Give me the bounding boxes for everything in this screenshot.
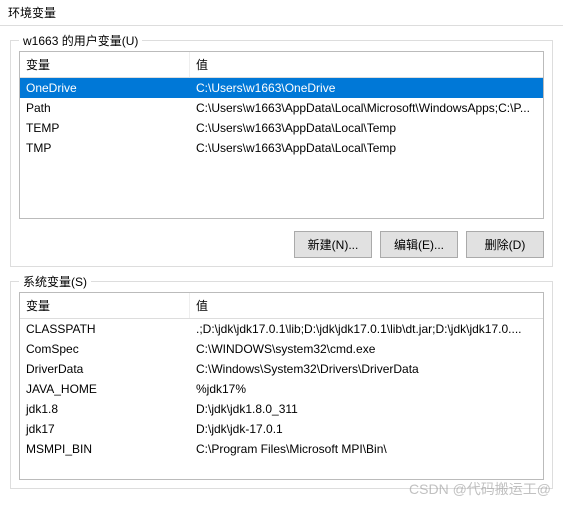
- cell-variable: TEMP: [20, 118, 190, 138]
- cell-value: C:\Users\w1663\OneDrive: [190, 78, 543, 98]
- cell-variable: ComSpec: [20, 339, 190, 359]
- table-row[interactable]: OneDriveC:\Users\w1663\OneDrive: [20, 78, 543, 98]
- table-header: 变量 值: [20, 293, 543, 319]
- cell-variable: OneDrive: [20, 78, 190, 98]
- header-value[interactable]: 值: [190, 293, 543, 318]
- table-row[interactable]: CLASSPATH.;D:\jdk\jdk17.0.1\lib;D:\jdk\j…: [20, 319, 543, 339]
- user-buttons-row: 新建(N)... 编辑(E)... 删除(D): [19, 231, 544, 258]
- header-variable[interactable]: 变量: [20, 52, 190, 77]
- table-header: 变量 值: [20, 52, 543, 78]
- cell-variable: TMP: [20, 138, 190, 158]
- cell-value: C:\Users\w1663\AppData\Local\Microsoft\W…: [190, 98, 543, 118]
- table-row[interactable]: jdk17D:\jdk\jdk-17.0.1: [20, 419, 543, 439]
- user-table-body: OneDriveC:\Users\w1663\OneDrivePathC:\Us…: [20, 78, 543, 218]
- cell-value: C:\Windows\System32\Drivers\DriverData: [190, 359, 543, 379]
- table-row[interactable]: ComSpecC:\WINDOWS\system32\cmd.exe: [20, 339, 543, 359]
- delete-button[interactable]: 删除(D): [466, 231, 544, 258]
- content-area: w1663 的用户变量(U) 变量 值 OneDriveC:\Users\w16…: [0, 26, 563, 513]
- cell-value: C:\WINDOWS\system32\cmd.exe: [190, 339, 543, 359]
- user-variables-group: w1663 的用户变量(U) 变量 值 OneDriveC:\Users\w16…: [10, 40, 553, 267]
- cell-variable: MSMPI_BIN: [20, 439, 190, 459]
- system-variables-table[interactable]: 变量 值 CLASSPATH.;D:\jdk\jdk17.0.1\lib;D:\…: [19, 292, 544, 480]
- cell-variable: jdk1.8: [20, 399, 190, 419]
- window-title: 环境变量: [0, 0, 563, 26]
- cell-variable: CLASSPATH: [20, 319, 190, 339]
- table-row[interactable]: TEMPC:\Users\w1663\AppData\Local\Temp: [20, 118, 543, 138]
- cell-variable: JAVA_HOME: [20, 379, 190, 399]
- cell-value: C:\Users\w1663\AppData\Local\Temp: [190, 138, 543, 158]
- user-variables-label: w1663 的用户变量(U): [19, 32, 142, 49]
- cell-variable: Path: [20, 98, 190, 118]
- table-row[interactable]: JAVA_HOME%jdk17%: [20, 379, 543, 399]
- system-variables-label: 系统变量(S): [19, 273, 91, 290]
- table-row[interactable]: MSMPI_BINC:\Program Files\Microsoft MPI\…: [20, 439, 543, 459]
- new-button[interactable]: 新建(N)...: [294, 231, 372, 258]
- cell-variable: jdk17: [20, 419, 190, 439]
- system-variables-group: 系统变量(S) 变量 值 CLASSPATH.;D:\jdk\jdk17.0.1…: [10, 281, 553, 489]
- cell-value: %jdk17%: [190, 379, 543, 399]
- cell-value: D:\jdk\jdk1.8.0_311: [190, 399, 543, 419]
- sys-table-body: CLASSPATH.;D:\jdk\jdk17.0.1\lib;D:\jdk\j…: [20, 319, 543, 479]
- table-row[interactable]: TMPC:\Users\w1663\AppData\Local\Temp: [20, 138, 543, 158]
- cell-variable: DriverData: [20, 359, 190, 379]
- edit-button[interactable]: 编辑(E)...: [380, 231, 458, 258]
- cell-value: C:\Users\w1663\AppData\Local\Temp: [190, 118, 543, 138]
- cell-value: C:\Program Files\Microsoft MPI\Bin\: [190, 439, 543, 459]
- table-row[interactable]: jdk1.8D:\jdk\jdk1.8.0_311: [20, 399, 543, 419]
- table-row[interactable]: PathC:\Users\w1663\AppData\Local\Microso…: [20, 98, 543, 118]
- header-value[interactable]: 值: [190, 52, 543, 77]
- cell-value: .;D:\jdk\jdk17.0.1\lib;D:\jdk\jdk17.0.1\…: [190, 319, 543, 339]
- cell-value: D:\jdk\jdk-17.0.1: [190, 419, 543, 439]
- user-variables-table[interactable]: 变量 值 OneDriveC:\Users\w1663\OneDrivePath…: [19, 51, 544, 219]
- header-variable[interactable]: 变量: [20, 293, 190, 318]
- table-row[interactable]: DriverDataC:\Windows\System32\Drivers\Dr…: [20, 359, 543, 379]
